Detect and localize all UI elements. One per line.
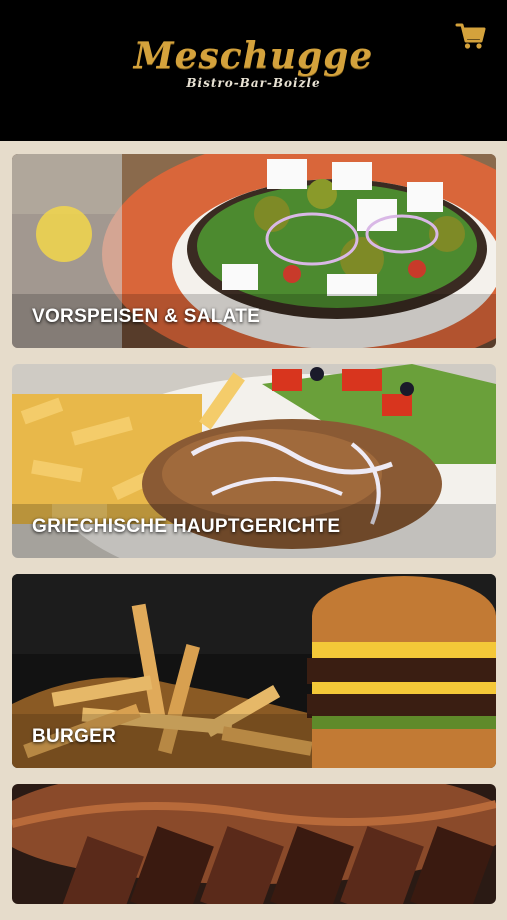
app-header: Meschugge Bistro-Bar-Boizle <box>0 0 507 141</box>
shopping-cart-icon[interactable] <box>455 20 487 52</box>
category-card-burger[interactable]: BURGER <box>12 574 496 768</box>
category-card-steak[interactable] <box>12 784 496 904</box>
category-label: VORSPEISEN & SALATE <box>32 306 261 327</box>
brand-name: Meschugge <box>133 35 374 77</box>
steak-image <box>12 784 496 904</box>
category-label: BURGER <box>32 726 117 747</box>
category-list: VORSPEISEN & SALATE GRIECHISCHE HAUPTGER… <box>12 154 496 920</box>
category-label: GRIECHISCHE HAUPTGERICHTE <box>32 516 341 537</box>
brand-subtitle: Bistro-Bar-Boizle <box>186 76 321 90</box>
category-card-hauptgerichte[interactable]: GRIECHISCHE HAUPTGERICHTE <box>12 364 496 558</box>
category-card-vorspeisen[interactable]: VORSPEISEN & SALATE <box>12 154 496 348</box>
brand-logo[interactable]: Meschugge Bistro-Bar-Boizle <box>0 36 507 90</box>
